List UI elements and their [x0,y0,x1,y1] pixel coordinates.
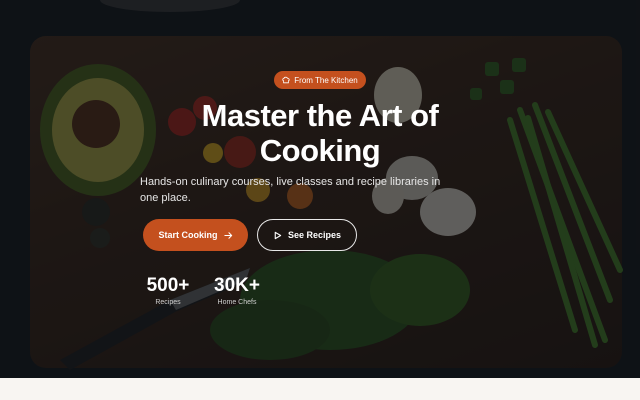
arrow-right-icon [223,231,232,239]
hero-section: From The Kitchen Master the Art of Cooki… [0,0,640,378]
start-cooking-button[interactable]: Start Cooking [143,219,248,251]
play-icon [274,231,282,239]
next-section [0,378,640,400]
chef-hat-icon [282,76,290,84]
see-recipes-button[interactable]: See Recipes [257,219,357,251]
badge-label: From The Kitchen [294,75,358,85]
see-recipes-label: See Recipes [287,230,342,240]
stat-label: Recipes [155,299,181,306]
stat-recipes: 500+ Recipes [142,275,194,306]
hero-subtitle: Hands-on culinary courses, live classes … [140,176,441,204]
hero-content: From The Kitchen Master the Art of Cooki… [0,0,640,378]
stat-value: 500+ [146,275,190,296]
start-cooking-label: Start Cooking [158,230,218,240]
stat-label: Home Chefs [217,299,257,306]
hero-title: Master the Art of Cooking [201,98,439,168]
stat-value: 30K+ [214,275,260,296]
stat-home-chefs: 30K+ Home Chefs [212,275,262,306]
kitchen-badge: From The Kitchen [274,71,366,89]
